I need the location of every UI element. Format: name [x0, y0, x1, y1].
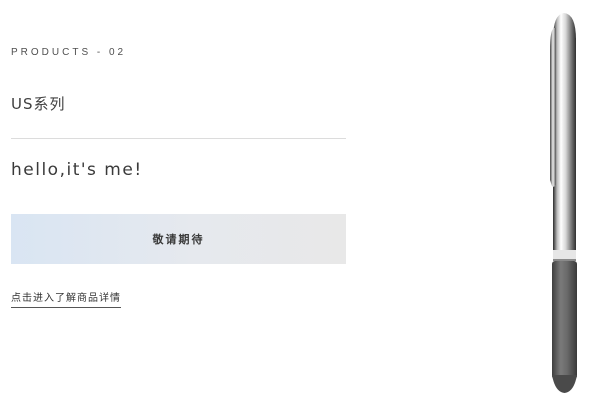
coming-soon-button[interactable]: 敬请期待: [11, 214, 346, 264]
pen-product-image: [550, 13, 577, 393]
product-detail-link[interactable]: 点击进入了解商品详情: [11, 289, 121, 308]
series-title: US系列: [11, 95, 66, 113]
product-page: PRODUCTS - 02 US系列 hello,it's me! 敬请期待 点…: [0, 0, 600, 400]
divider: [11, 138, 346, 139]
product-tagline: hello,it's me!: [11, 160, 143, 180]
products-eyebrow: PRODUCTS - 02: [11, 47, 127, 58]
